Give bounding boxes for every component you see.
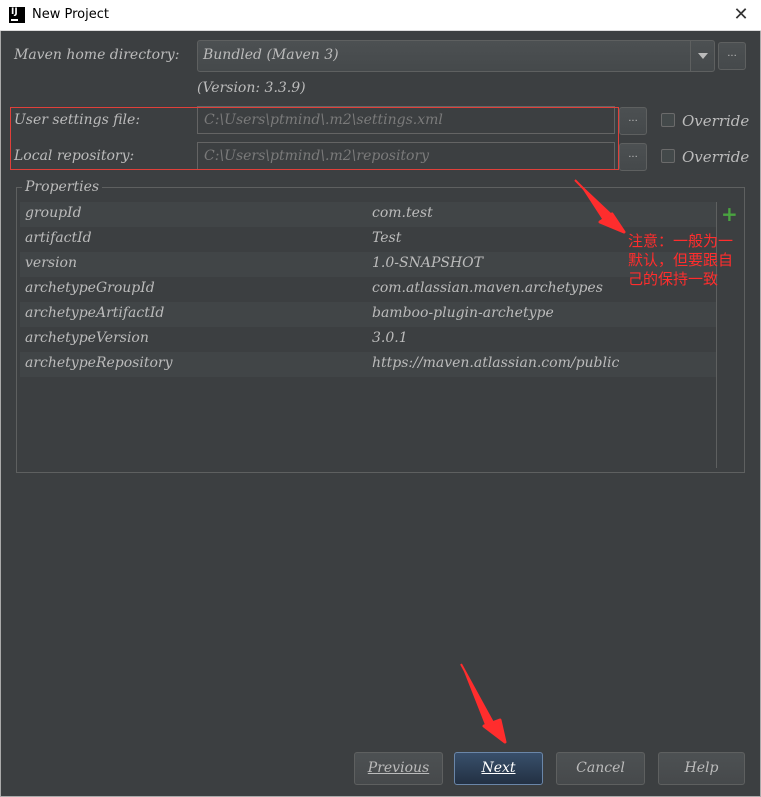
add-property-icon[interactable]: + (721, 204, 738, 224)
local-repository-field[interactable] (197, 142, 615, 170)
property-value[interactable]: Test (372, 230, 401, 246)
next-button[interactable]: Next (454, 752, 543, 785)
window-title: New Project (32, 7, 109, 22)
cancel-button[interactable]: Cancel (556, 752, 645, 785)
user-settings-label: User settings file: (14, 112, 141, 128)
local-repository-browse-button[interactable]: ... (619, 143, 647, 171)
maven-home-value: Bundled (Maven 3) (203, 47, 339, 63)
user-settings-override-label: Override (682, 112, 750, 130)
title-bar: IJ New Project ✕ (0, 0, 761, 31)
property-key: archetypeArtifactId (25, 305, 165, 321)
local-repository-override-label: Override (682, 148, 750, 166)
help-button[interactable]: Help (658, 752, 745, 785)
table-row[interactable]: archetypeRepository https://maven.atlass… (20, 352, 716, 377)
chevron-down-icon[interactable] (690, 41, 714, 71)
previous-button-label: Previous (367, 760, 430, 776)
table-row[interactable]: groupId com.test (20, 202, 716, 227)
table-row[interactable]: archetypeVersion 3.0.1 (20, 327, 716, 352)
property-key: archetypeVersion (25, 330, 149, 346)
window-border-left (0, 31, 1, 797)
property-key: archetypeRepository (25, 355, 173, 371)
local-repository-override-checkbox[interactable] (661, 149, 675, 163)
user-settings-field[interactable] (197, 106, 615, 134)
maven-version-text: (Version: 3.3.9) (197, 80, 306, 96)
maven-home-combo[interactable]: Bundled (Maven 3) (197, 40, 715, 72)
annotation-note: 注意：一般为一默认，但要跟自己的保持一致 (628, 232, 734, 288)
maven-home-browse-button[interactable]: ... (718, 42, 746, 70)
previous-button[interactable]: Previous (354, 752, 443, 785)
user-settings-input[interactable] (198, 107, 614, 133)
user-settings-browse-button[interactable]: ... (619, 107, 647, 135)
property-value[interactable]: https://maven.atlassian.com/public (372, 355, 619, 371)
property-value[interactable]: com.atlassian.maven.archetypes (372, 280, 603, 296)
maven-home-label: Maven home directory: (14, 47, 180, 63)
local-repository-input[interactable] (198, 143, 614, 169)
next-button-label: Next (481, 760, 516, 776)
local-repository-label: Local repository: (14, 148, 135, 164)
table-row[interactable]: archetypeArtifactId bamboo-plugin-archet… (20, 302, 716, 327)
intellij-app-icon: IJ (9, 7, 25, 23)
property-key: version (25, 255, 77, 271)
table-row[interactable]: version 1.0-SNAPSHOT (20, 252, 716, 277)
close-icon[interactable]: ✕ (729, 3, 753, 27)
properties-table[interactable]: groupId com.test artifactId Test version… (20, 202, 716, 468)
property-value[interactable]: bamboo-plugin-archetype (372, 305, 554, 321)
property-key: artifactId (25, 230, 92, 246)
table-row[interactable]: artifactId Test (20, 227, 716, 252)
next-arrow-icon (460, 663, 507, 744)
property-value[interactable]: 1.0-SNAPSHOT (372, 255, 483, 271)
properties-title: Properties (22, 179, 103, 195)
property-key: archetypeGroupId (25, 280, 155, 296)
property-value[interactable]: com.test (372, 205, 433, 221)
property-key: groupId (25, 205, 82, 221)
user-settings-override-checkbox[interactable] (661, 113, 675, 127)
table-row[interactable]: archetypeGroupId com.atlassian.maven.arc… (20, 277, 716, 302)
property-value[interactable]: 3.0.1 (372, 330, 408, 346)
